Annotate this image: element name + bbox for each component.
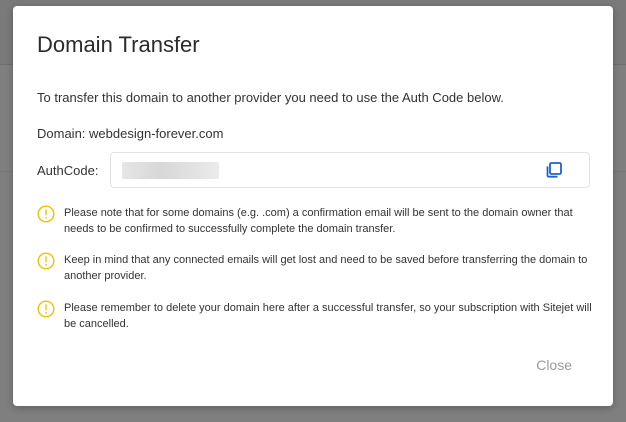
domain-label: Domain: bbox=[37, 126, 86, 141]
domain-transfer-dialog: Domain Transfer To transfer this domain … bbox=[13, 6, 613, 406]
domain-value: webdesign-forever.com bbox=[89, 126, 224, 141]
copy-icon-svg bbox=[546, 162, 562, 178]
notice-text: Please note that for some domains (e.g. … bbox=[64, 207, 573, 235]
warning-circle-icon bbox=[37, 205, 55, 223]
intro-text: To transfer this domain to another provi… bbox=[37, 90, 504, 105]
authcode-masked-value bbox=[122, 162, 219, 179]
dialog-title: Domain Transfer bbox=[37, 32, 200, 57]
authcode-label: AuthCode: bbox=[37, 163, 99, 178]
domain-row: Domain: webdesign-forever.com bbox=[37, 126, 223, 141]
warning-circle-icon bbox=[37, 252, 55, 270]
warning-circle-icon bbox=[37, 300, 55, 318]
authcode-field[interactable] bbox=[110, 152, 590, 188]
notice-text: Keep in mind that any connected emails w… bbox=[64, 254, 588, 282]
copy-icon[interactable] bbox=[545, 161, 563, 179]
notice-text: Please remember to delete your domain he… bbox=[64, 302, 592, 330]
close-button[interactable]: Close bbox=[536, 357, 572, 373]
